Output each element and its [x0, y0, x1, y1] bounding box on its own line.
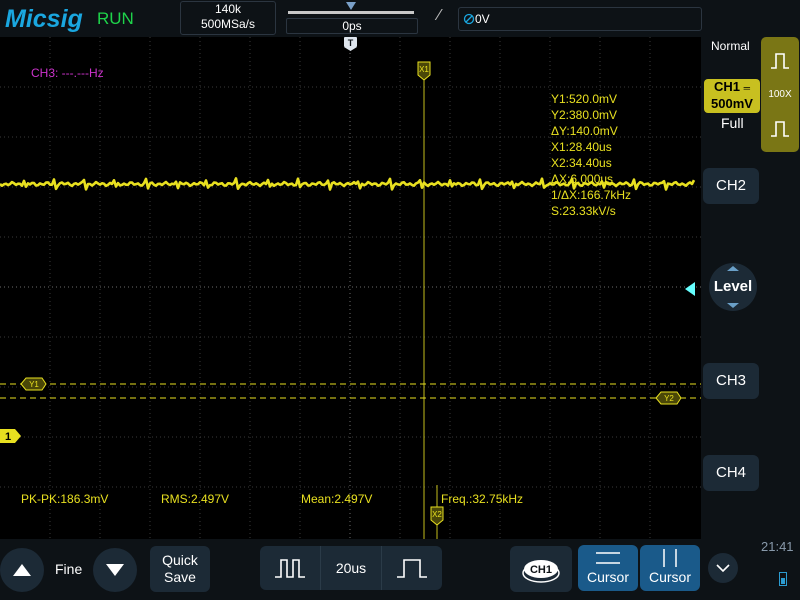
rising-edge-icon[interactable]: ∕ [438, 7, 441, 25]
battery-icon [779, 572, 787, 586]
trigger-level-arrow [685, 282, 695, 296]
run-status[interactable]: RUN [97, 9, 134, 29]
measure-pkpk[interactable]: PK-PK:186.3mV [21, 492, 108, 506]
ch4-button[interactable]: CH4 [703, 455, 759, 491]
trigger-info[interactable]: 0V [458, 7, 702, 31]
memory-bar [288, 11, 414, 14]
timebase-expand-icon[interactable] [394, 554, 430, 582]
memory-depth: 140k [214, 2, 242, 16]
top-status-bar: Micsig RUN 140k 500MSa/s 0ps ∕ 0V [0, 0, 800, 37]
ch1-label: CH1 [713, 79, 740, 94]
trigger-mode[interactable]: Normal [711, 39, 750, 53]
menu-expand-button[interactable] [708, 553, 738, 583]
ch2-button[interactable]: CH2 [703, 168, 759, 204]
waveform-display[interactable]: X1 X2 Y1 Y2 T 1 CH3: ---.---Hz Y1:520.0m… [0, 37, 701, 539]
channel-chip-icon: CH1 [522, 560, 560, 583]
triangle-up-icon [13, 564, 31, 576]
sample-rate: 500MSa/s [200, 17, 256, 31]
vertical-cursor-icon [663, 549, 677, 567]
cursor-readout-line: Y1:520.0mV [551, 92, 617, 106]
cursor-horizontal-label: Cursor [586, 569, 629, 585]
cursor-horizontal-button[interactable]: Cursor [578, 545, 638, 591]
triangle-down-icon [106, 564, 124, 576]
cursor-y1-tag[interactable]: Y1 [20, 377, 47, 391]
trigger-offset[interactable]: 0ps [286, 18, 418, 34]
trigger-source-icon [463, 13, 475, 25]
horizontal-cursor-icon [596, 552, 620, 564]
svg-text:X1: X1 [419, 65, 429, 74]
cursor-readout-line: S:23.33kV/s [551, 204, 616, 218]
channel-select-button[interactable]: CH1 [510, 546, 572, 592]
probe-settings[interactable]: 100X [761, 37, 799, 152]
cursor-vertical-label: Cursor [648, 569, 691, 585]
bottom-toolbar: Fine Quick Save 20us CH1 Cursor Cursor 2… [0, 539, 800, 600]
svg-text:1: 1 [5, 431, 11, 443]
svg-text:Y1: Y1 [29, 380, 39, 389]
svg-text:Y2: Y2 [664, 394, 674, 403]
timebase-control[interactable]: 20us [260, 546, 442, 590]
pulse-down-icon[interactable] [768, 117, 792, 141]
level-up-icon[interactable] [727, 266, 739, 271]
cursor-x1-tag[interactable]: X1 [417, 61, 431, 81]
chevron-down-icon [716, 564, 730, 573]
channel-panel: Normal CH1 ═ 500mV Full 100X CH2 Level C… [685, 37, 800, 539]
svg-text:CH1: CH1 [530, 564, 552, 576]
timebase-compress-icon[interactable] [272, 554, 308, 582]
pulse-up-icon[interactable] [768, 49, 792, 73]
trigger-level-value: 0V [475, 12, 490, 26]
quick-save-button[interactable]: Quick Save [150, 546, 210, 592]
probe-ratio: 100X [768, 89, 792, 100]
timebase-value[interactable]: 20us [320, 546, 382, 590]
trigger-position-marker[interactable]: T [344, 37, 357, 51]
ch1-button[interactable]: CH1 ═ 500mV [704, 79, 760, 113]
cursor-vertical-button[interactable]: Cursor [640, 545, 700, 591]
svg-text:X2: X2 [432, 510, 442, 519]
brand-logo: Micsig [5, 5, 83, 33]
cursor-readout-line: ΔX:6.000us [551, 172, 613, 186]
level-down-icon[interactable] [727, 303, 739, 308]
cursor-readout-line: 1/ΔX:166.7kHz [551, 188, 631, 202]
step-down-button[interactable] [93, 548, 137, 592]
cursor-readout-line: ΔY:140.0mV [551, 124, 618, 138]
cursor-readout-line: X2:34.40us [551, 156, 612, 170]
ch3-button[interactable]: CH3 [703, 363, 759, 399]
ch1-bandwidth: Full [721, 115, 744, 131]
clock: 21:41 [761, 539, 794, 554]
horizontal-position[interactable]: 0ps [284, 1, 420, 35]
measure-rms[interactable]: RMS:2.497V [161, 492, 229, 506]
quick-save-line2: Save [164, 569, 196, 585]
cursor-readout: Y1:520.0mV Y2:380.0mV ΔY:140.0mV X1:28.40us… [551, 92, 631, 218]
fine-label[interactable]: Fine [55, 561, 82, 577]
cursor-y2-tag[interactable]: Y2 [655, 391, 682, 405]
cursor-readout-line: X1:28.40us [551, 140, 612, 154]
svg-text:T: T [348, 38, 354, 48]
acquisition-info[interactable]: 140k 500MSa/s [180, 1, 276, 35]
cursor-readout-line: Y2:380.0mV [551, 108, 617, 122]
ch1-ground-marker[interactable]: 1 [0, 429, 21, 443]
step-up-button[interactable] [0, 548, 44, 592]
measure-freq[interactable]: Freq.:32.75kHz [441, 492, 523, 506]
frequency-counter: CH3: ---.---Hz [31, 66, 104, 80]
cursor-x2-tag[interactable]: X2 [430, 506, 444, 526]
ch1-scale: 500mV [711, 96, 753, 111]
memory-bar-marker [346, 2, 356, 10]
quick-save-line1: Quick [162, 552, 198, 568]
measure-mean[interactable]: Mean:2.497V [301, 492, 372, 506]
